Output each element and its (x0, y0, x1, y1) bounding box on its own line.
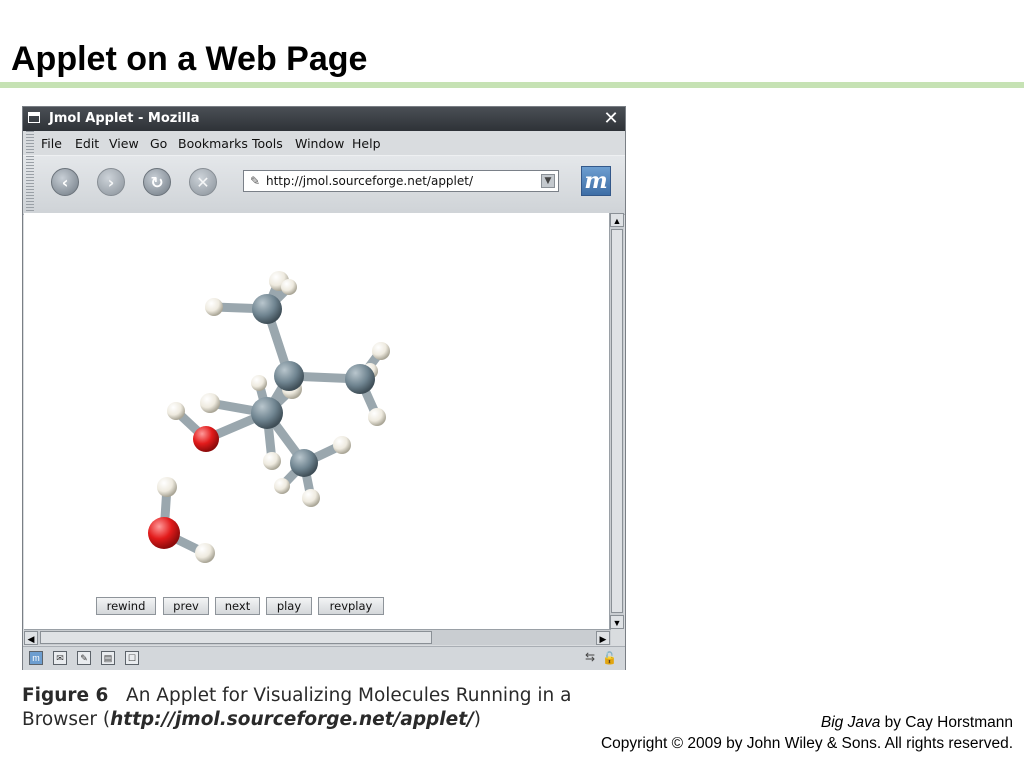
mail-icon[interactable]: ✉ (53, 651, 67, 665)
menu-window[interactable]: Window (295, 136, 344, 151)
connection-icon: ⇆ (584, 650, 595, 664)
copyright-notice: Copyright © 2009 by John Wiley & Sons. A… (600, 735, 1013, 752)
browser-window: Jmol Applet - Mozilla ✕ File Edit View G… (22, 106, 626, 670)
revplay-button[interactable]: revplay (318, 597, 384, 615)
scroll-right-icon[interactable]: ▶ (596, 631, 610, 645)
scroll-down-icon[interactable]: ▼ (610, 615, 624, 629)
mozilla-icon[interactable]: m (29, 651, 43, 665)
toolbar-grip[interactable] (26, 156, 34, 214)
rewind-button[interactable]: rewind (96, 597, 156, 615)
title-bar: Jmol Applet - Mozilla ✕ (23, 107, 625, 131)
window-title: Jmol Applet - Mozilla (49, 111, 200, 126)
addressbook-icon[interactable]: ▤ (101, 651, 115, 665)
next-button[interactable]: next (215, 597, 260, 615)
status-bar: m ✉ ✎ ▤ ☐ ⇆ 🔓 (23, 646, 625, 670)
slide-title: Applet on a Web Page (11, 40, 368, 78)
page-icon: ✎ (250, 174, 261, 188)
menubar-grip[interactable] (26, 131, 34, 155)
forward-icon[interactable]: › (97, 168, 125, 196)
caption-line-2: Browser (http://jmol.sourceforge.net/app… (22, 708, 602, 732)
vertical-scroll-thumb[interactable] (611, 229, 623, 613)
vertical-scrollbar[interactable]: ▲ ▼ (609, 213, 624, 629)
molecule-viewer[interactable] (24, 213, 610, 629)
title-rule (0, 82, 1024, 88)
lock-icon: 🔓 (602, 651, 617, 665)
menu-edit[interactable]: Edit (75, 136, 99, 151)
figure-caption: Figure 6 An Applet for Visualizing Molec… (22, 684, 602, 732)
menu-tools[interactable]: Tools (252, 136, 283, 151)
caption-suffix: ) (473, 709, 482, 730)
scroll-left-icon[interactable]: ◀ (24, 631, 38, 645)
window-menu-icon[interactable] (28, 112, 40, 123)
menu-file[interactable]: File (41, 136, 62, 151)
scroll-up-icon[interactable]: ▲ (610, 213, 624, 227)
close-icon[interactable]: ✕ (601, 109, 621, 129)
book-title: Big Java (820, 714, 881, 731)
book-credit: Big Java by Cay Horstmann Copyright © 20… (601, 712, 1013, 754)
caption-text-1: An Applet for Visualizing Molecules Runn… (126, 685, 572, 706)
menu-bookmarks[interactable]: Bookmarks (178, 136, 248, 151)
caption-prefix: Browser ( (22, 709, 111, 730)
menu-go[interactable]: Go (150, 136, 167, 151)
caption-line-1: Figure 6 An Applet for Visualizing Molec… (22, 684, 602, 708)
composer-icon[interactable]: ✎ (77, 651, 91, 665)
figure-label: Figure 6 (22, 685, 109, 706)
url-bar[interactable]: ✎ http://jmol.sourceforge.net/applet/ ▼ (243, 170, 559, 192)
prev-button[interactable]: prev (163, 597, 209, 615)
page-content: rewind prev next play revplay (24, 213, 610, 629)
menu-help[interactable]: Help (352, 136, 381, 151)
back-icon[interactable]: ‹ (51, 168, 79, 196)
mozilla-throbber-icon[interactable]: m (581, 166, 611, 196)
url-text: http://jmol.sourceforge.net/applet/ (266, 174, 474, 188)
irc-icon[interactable]: ☐ (125, 651, 139, 665)
menu-bar: File Edit View Go Bookmarks Tools Window… (23, 131, 625, 155)
play-button[interactable]: play (266, 597, 312, 615)
navigation-toolbar: ‹ › ↻ ✕ ✎ http://jmol.sourceforge.net/ap… (23, 155, 625, 215)
chevron-down-icon[interactable]: ▼ (541, 174, 555, 188)
horizontal-scrollbar[interactable]: ◀ ▶ (24, 629, 611, 645)
book-author: by Cay Horstmann (880, 714, 1013, 731)
menu-view[interactable]: View (109, 136, 139, 151)
reload-icon[interactable]: ↻ (143, 168, 171, 196)
stop-icon[interactable]: ✕ (189, 168, 217, 196)
credit-line-1: Big Java by Cay Horstmann (601, 712, 1013, 733)
caption-url: http://jmol.sourceforge.net/applet/ (110, 709, 474, 730)
horizontal-scroll-thumb[interactable] (40, 631, 432, 644)
